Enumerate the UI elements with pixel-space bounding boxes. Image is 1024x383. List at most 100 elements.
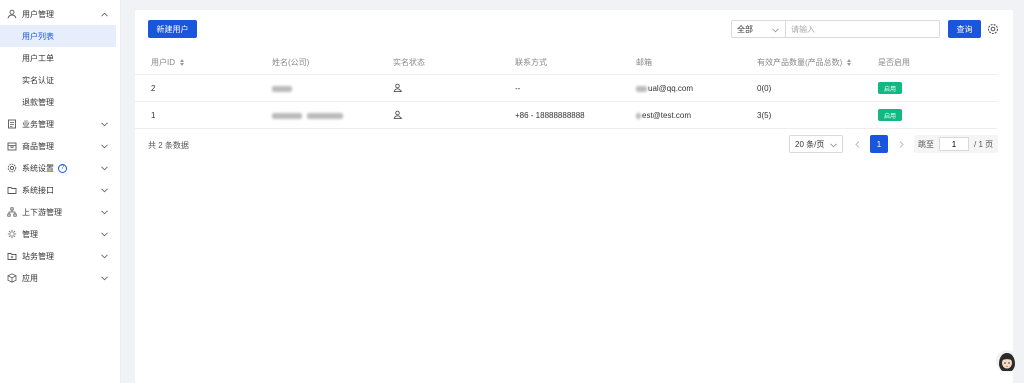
sidebar-item-label: 站务管理 [22, 251, 54, 261]
new-user-button[interactable]: 新建用户 [148, 20, 197, 38]
column-email: 邮箱 [636, 57, 652, 68]
table-row[interactable]: 1 +86 - 18888888888 est@test.com 3(5) 启用 [135, 102, 997, 129]
column-user-id[interactable]: 用户ID [151, 57, 184, 68]
page-total: / 1 页 [974, 139, 994, 149]
chevron-down-icon [100, 120, 108, 128]
cell-email: est@test.com [636, 111, 691, 120]
sidebar-subitem-user-list[interactable]: 用户列表 [0, 25, 116, 47]
jump-label: 跳至 [918, 139, 934, 149]
gear-icon [7, 163, 17, 173]
page-jumper: 跳至 / 1 页 [914, 135, 998, 153]
sidebar-subitem-real-name[interactable]: 实名认证 [0, 69, 120, 91]
settings-icon[interactable] [987, 23, 999, 35]
column-label: 姓名(公司) [272, 58, 310, 67]
email-text: ual@qq.com [648, 84, 694, 93]
jump-page-input[interactable] [939, 137, 969, 151]
cube-icon [7, 273, 17, 283]
query-button[interactable]: 查询 [948, 20, 981, 38]
sidebar-item-user-management[interactable]: 用户管理 [0, 3, 120, 25]
column-verification: 实名状态 [393, 57, 425, 68]
person-icon [393, 110, 403, 122]
filter-select-value: 全部 [737, 24, 753, 34]
chevron-down-icon [100, 208, 108, 216]
person-icon [393, 83, 403, 95]
sidebar-item-system-settings[interactable]: 系统设置 ? [0, 157, 120, 179]
cell-products: 0(0) [757, 84, 772, 93]
cell-contact: +86 - 18888888888 [515, 111, 585, 120]
column-label: 是否启用 [878, 58, 910, 67]
sidebar-subitem-label: 实名认证 [22, 75, 54, 85]
sidebar-item-management[interactable]: 管理 [0, 223, 120, 245]
main-card: 新建用户 全部 查询 用户ID 姓名(公司) 实名状态 联系方式 邮箱 有效产品… [135, 10, 1013, 383]
next-page-button[interactable] [893, 135, 909, 153]
sidebar-item-label: 系统接口 [22, 185, 54, 195]
sidebar-item-business[interactable]: 业务管理 [0, 113, 120, 135]
chevron-down-icon [100, 164, 108, 172]
column-label: 邮箱 [636, 58, 652, 67]
search-input[interactable] [785, 20, 940, 38]
sidebar-subitem-label: 用户列表 [22, 31, 54, 41]
column-enabled: 是否启用 [878, 57, 910, 68]
box-icon [7, 141, 17, 151]
sidebar-item-label: 上下游管理 [22, 207, 62, 217]
chevron-down-icon [772, 26, 779, 35]
chevron-down-icon [100, 186, 108, 194]
chevron-up-icon [100, 10, 108, 18]
user-icon [7, 9, 17, 19]
filter-select[interactable]: 全部 [731, 20, 786, 38]
sidebar-item-label: 管理 [22, 229, 38, 239]
folder-icon [7, 185, 17, 195]
chevron-down-icon [100, 252, 108, 260]
page-size-value: 20 条/页 [795, 139, 825, 149]
folder-plus-icon [7, 251, 17, 261]
sort-icon[interactable] [847, 59, 852, 66]
chevron-down-icon [100, 274, 108, 282]
assistant-avatar[interactable] [996, 350, 1018, 372]
sidebar-subitem-label: 用户工单 [22, 53, 54, 63]
sidebar-item-system-api[interactable]: 系统接口 [0, 179, 120, 201]
hierarchy-icon [7, 207, 17, 217]
page-size-select[interactable]: 20 条/页 [789, 135, 843, 153]
sidebar-subitem-user-tickets[interactable]: 用户工单 [0, 47, 120, 69]
cell-user-id: 2 [151, 84, 156, 93]
sidebar-subitem-label: 退款管理 [22, 97, 54, 107]
chevron-down-icon [830, 141, 837, 150]
sidebar-item-label: 应用 [22, 273, 38, 283]
column-name: 姓名(公司) [272, 57, 309, 68]
sidebar-item-products[interactable]: 商品管理 [0, 135, 120, 157]
enabled-tag[interactable]: 启用 [878, 82, 902, 94]
column-label: 有效产品数量(产品总数) [757, 58, 843, 67]
sidebar-item-upstream-downstream[interactable]: 上下游管理 [0, 201, 120, 223]
table-header: 用户ID 姓名(公司) 实名状态 联系方式 邮箱 有效产品数量(产品总数) 是否… [135, 48, 997, 75]
sidebar-item-label: 商品管理 [22, 141, 54, 151]
cell-email: ual@qq.com [636, 84, 693, 93]
chevron-down-icon [100, 230, 108, 238]
document-icon [7, 119, 17, 129]
sidebar-subitem-refunds[interactable]: 退款管理 [0, 91, 120, 113]
column-products[interactable]: 有效产品数量(产品总数) [757, 57, 852, 68]
enabled-tag[interactable]: 启用 [878, 109, 902, 121]
sidebar: 用户管理 用户列表 用户工单 实名认证 退款管理 业务管理 商品管理 系统设置 … [0, 0, 121, 383]
column-label: 联系方式 [515, 58, 547, 67]
sidebar-item-site-management[interactable]: 站务管理 [0, 245, 120, 267]
sidebar-item-label: 用户管理 [22, 9, 54, 19]
cell-name-redacted [272, 111, 343, 120]
cell-contact: -- [515, 84, 521, 93]
cell-name-redacted [272, 84, 292, 93]
total-count: 共 2 条数据 [148, 141, 189, 150]
chevron-down-icon [100, 142, 108, 150]
sidebar-item-apps[interactable]: 应用 [0, 267, 120, 289]
table-row[interactable]: 2 -- ual@qq.com 0(0) 启用 [135, 75, 997, 102]
sidebar-item-label: 系统设置 [22, 163, 54, 173]
chevron-right-icon [899, 140, 904, 148]
column-label: 实名状态 [393, 58, 425, 67]
sort-icon[interactable] [180, 59, 184, 66]
cell-products: 3(5) [757, 111, 772, 120]
cell-user-id: 1 [151, 111, 156, 120]
sidebar-item-label: 业务管理 [22, 119, 54, 129]
column-label: 用户ID [151, 58, 175, 67]
prev-page-button[interactable] [849, 135, 865, 153]
help-icon[interactable]: ? [58, 163, 67, 173]
page-number-current[interactable]: 1 [870, 135, 888, 153]
email-text: est@test.com [642, 111, 692, 120]
